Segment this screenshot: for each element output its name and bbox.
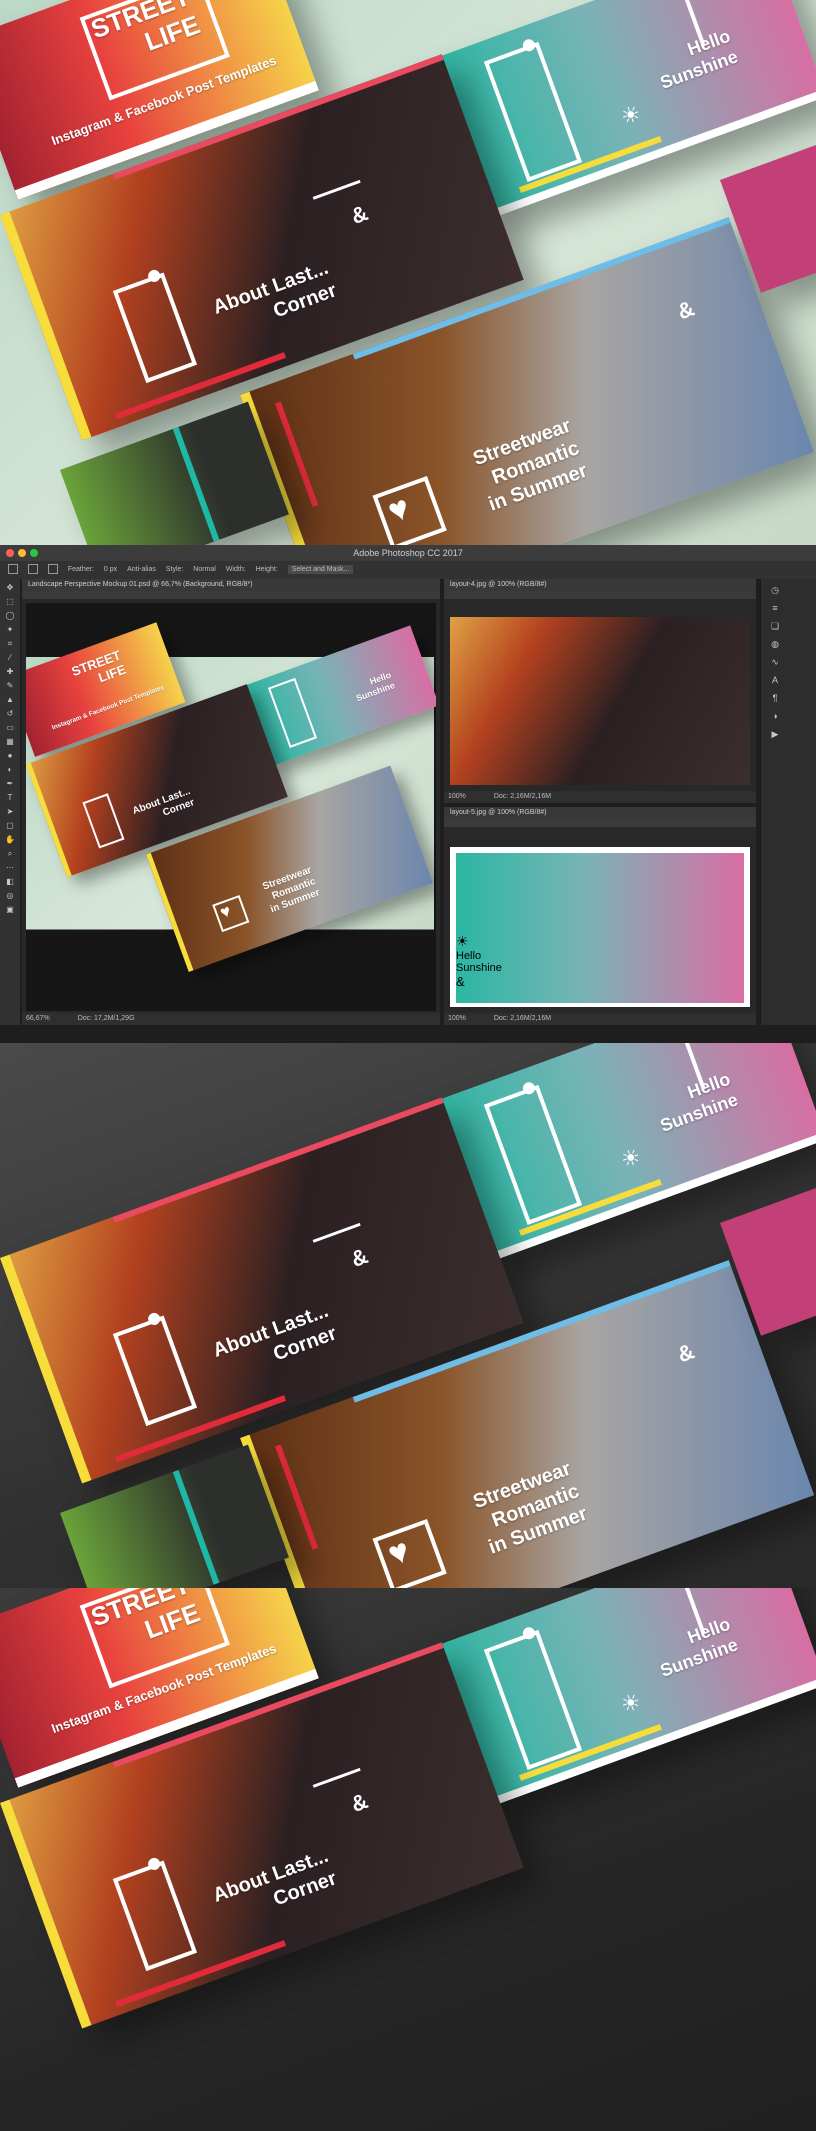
- doc-layout5-status: 100% Doc: 2,16M/2,16M: [444, 1013, 756, 1025]
- marquee-tool-icon[interactable]: ⬚: [4, 597, 16, 607]
- eraser-tool-icon[interactable]: ▭: [4, 723, 16, 733]
- blur-tool-icon[interactable]: ●: [4, 751, 16, 761]
- doc-main-canvas[interactable]: STREET LIFE Instagram & Facebook Post Te…: [26, 603, 436, 1011]
- eyedropper-icon[interactable]: ⁄: [4, 653, 16, 663]
- color-swatches-icon[interactable]: ◧: [4, 877, 16, 887]
- ps-titlebar: Adobe Photoshop CC 2017: [0, 545, 816, 561]
- path-select-icon[interactable]: ➤: [4, 807, 16, 817]
- sunshine-frame: [483, 1084, 583, 1225]
- new-selection-icon[interactable]: [27, 564, 38, 575]
- mockup-preview-dark-2: STREET LIFE Instagram & Facebook Post Te…: [0, 1588, 816, 2131]
- quick-mask-icon[interactable]: ◎: [4, 891, 16, 901]
- actions-icon[interactable]: ▶: [767, 729, 783, 741]
- amp-logo: &: [673, 1338, 698, 1368]
- mockup-preview-top: STREET LIFE Instagram & Facebook Post Te…: [0, 0, 816, 545]
- sun-icon: ☀: [456, 933, 469, 949]
- zoom-level[interactable]: 100%: [448, 1015, 466, 1022]
- doc-layout-4: layout-4.jpg @ 100% (RGB/8#) About Last.…: [444, 579, 756, 803]
- sunshine-frame: [483, 41, 583, 182]
- ps-panels: ◷ ≡ ❏ ◍ ∿ A ¶ ◑ ▶: [760, 579, 816, 1025]
- hand-tool-icon[interactable]: ✋: [4, 835, 16, 845]
- mockup-preview-dark-1: ☀ Hello Sunshine About Last... Corner & …: [0, 1043, 816, 1588]
- crop-tool-icon[interactable]: ⌗: [4, 639, 16, 649]
- doc-layout4-status: 100% Doc: 2,16M/2,16M: [444, 791, 756, 803]
- marquee-icon[interactable]: [8, 564, 18, 575]
- sunshine-text: Sunshine: [456, 962, 502, 974]
- more-tools-icon[interactable]: ⋯: [4, 863, 16, 873]
- lasso-tool-icon[interactable]: ◯: [4, 611, 16, 621]
- doc-main-tab[interactable]: Landscape Perspective Mockup 01.psd @ 66…: [22, 579, 440, 591]
- paths-icon[interactable]: ∿: [767, 657, 783, 669]
- zoom-tool-icon[interactable]: ⌕: [4, 849, 16, 859]
- feather-input[interactable]: 0 px: [104, 566, 117, 573]
- doc-size[interactable]: Doc: 17,2M/1,29G: [78, 1015, 135, 1022]
- minimize-button[interactable]: [18, 549, 26, 557]
- doc-layout4-canvas[interactable]: About Last... Corner &: [450, 617, 750, 785]
- amp-logo: &: [347, 1243, 372, 1272]
- shape-tool-icon[interactable]: ▢: [4, 821, 16, 831]
- close-button[interactable]: [6, 549, 14, 557]
- sun-icon: ☀: [617, 1143, 645, 1174]
- channels-icon[interactable]: ◍: [767, 639, 783, 651]
- select-mask-button[interactable]: Select and Mask...: [287, 565, 354, 574]
- doc-layout-5: layout-5.jpg @ 100% (RGB/8#) ☀ Hello Sun…: [444, 807, 756, 1025]
- doc-size[interactable]: Doc: 2,16M/2,16M: [494, 1015, 551, 1022]
- move-tool-icon[interactable]: ✥: [4, 583, 16, 593]
- add-selection-icon[interactable]: [47, 564, 58, 575]
- sun-icon: ☀: [617, 100, 645, 131]
- sunshine-frame: [483, 1629, 583, 1770]
- ruler[interactable]: [444, 591, 756, 599]
- style-label: Style:: [165, 566, 184, 573]
- amp-logo: &: [347, 200, 372, 229]
- antialias-checkbox[interactable]: Anti-alias: [127, 566, 156, 573]
- brush-tool-icon[interactable]: ✎: [4, 681, 16, 691]
- wand-tool-icon[interactable]: ✦: [4, 625, 16, 635]
- paragraph-icon[interactable]: ¶: [767, 693, 783, 705]
- ps-toolbar: ✥ ⬚ ◯ ✦ ⌗ ⁄ ✚ ✎ ▲ ↺ ▭ ▦ ● ◐ ✒ T ➤ ▢ ✋ ⌕ …: [0, 579, 20, 1025]
- amp-logo: &: [673, 295, 698, 325]
- maximize-button[interactable]: [30, 549, 38, 557]
- hello-text: Hello: [456, 950, 482, 962]
- photoshop-window: Adobe Photoshop CC 2017 Feather: 0 px An…: [0, 545, 816, 1043]
- history-brush-icon[interactable]: ↺: [4, 709, 16, 719]
- amp-logo: &: [347, 1788, 372, 1817]
- ruler[interactable]: [22, 591, 440, 599]
- doc-size[interactable]: Doc: 2,16M/2,16M: [494, 793, 551, 800]
- layers-icon[interactable]: ❏: [767, 621, 783, 633]
- style-select[interactable]: Normal: [193, 566, 216, 573]
- ruler[interactable]: [444, 819, 756, 827]
- width-label: Width:: [225, 566, 246, 573]
- screen-mode-icon[interactable]: ▣: [4, 905, 16, 915]
- sunshine-frame: [456, 853, 482, 933]
- doc-layout4-tab[interactable]: layout-4.jpg @ 100% (RGB/8#): [444, 579, 756, 591]
- feather-label: Feather:: [67, 566, 94, 573]
- history-icon[interactable]: ◷: [767, 585, 783, 597]
- type-tool-icon[interactable]: T: [4, 793, 16, 803]
- mockup-stage: STREET LIFE Instagram & Facebook Post Te…: [0, 0, 816, 545]
- doc-main-status: 66,67% Doc: 17,2M/1,29G: [22, 1013, 440, 1025]
- dodge-tool-icon[interactable]: ◐: [4, 765, 16, 775]
- app-title: Adobe Photoshop CC 2017: [353, 548, 463, 558]
- doc-main: Landscape Perspective Mockup 01.psd @ 66…: [22, 579, 440, 1025]
- gradient-tool-icon[interactable]: ▦: [4, 737, 16, 747]
- amp-logo: &: [456, 974, 465, 989]
- character-icon[interactable]: A: [767, 675, 783, 687]
- sun-icon: ☀: [617, 1688, 645, 1719]
- properties-icon[interactable]: ≡: [767, 603, 783, 615]
- stamp-tool-icon[interactable]: ▲: [4, 695, 16, 705]
- adjustments-icon[interactable]: ◑: [767, 711, 783, 723]
- height-label: Height:: [255, 566, 278, 573]
- ps-options-bar: Feather: 0 px Anti-alias Style: Normal W…: [0, 561, 816, 580]
- pen-tool-icon[interactable]: ✒: [4, 779, 16, 789]
- heal-tool-icon[interactable]: ✚: [4, 667, 16, 677]
- zoom-level[interactable]: 100%: [448, 793, 466, 800]
- doc-layout5-tab[interactable]: layout-5.jpg @ 100% (RGB/8#): [444, 807, 756, 819]
- zoom-level[interactable]: 66,67%: [26, 1015, 50, 1022]
- doc-layout5-canvas[interactable]: ☀ Hello Sunshine &: [450, 847, 750, 1007]
